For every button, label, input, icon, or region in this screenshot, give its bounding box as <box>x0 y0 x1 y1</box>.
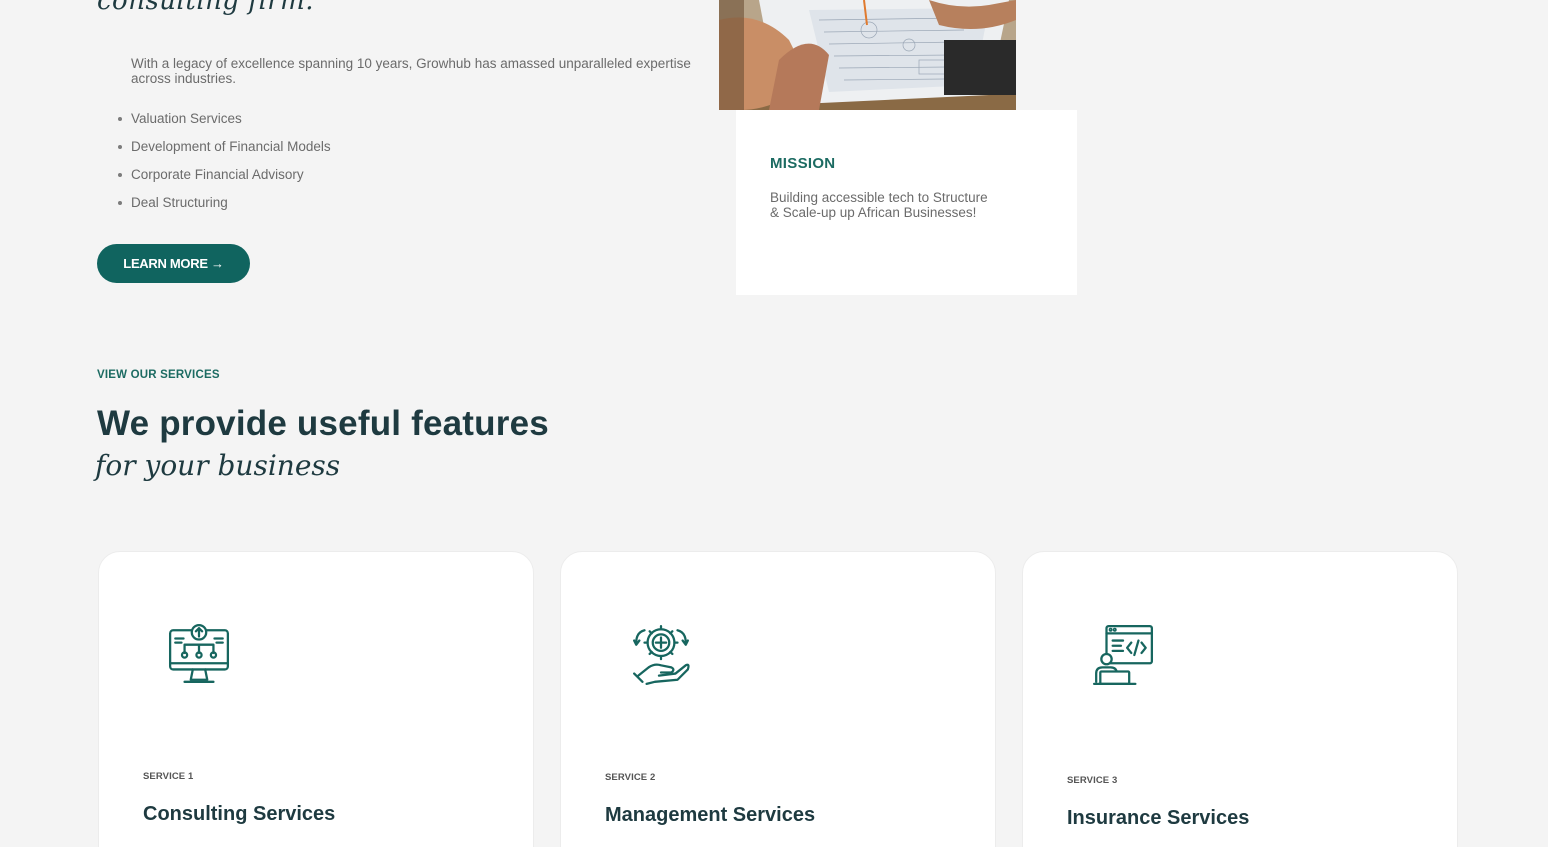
services-title: We provide useful features <box>97 404 549 443</box>
service-label: SERVICE 1 <box>143 771 194 782</box>
learn-more-button[interactable]: LEARN MORE → <box>97 244 250 283</box>
service-title: Management Services <box>605 804 816 826</box>
feature-item: Valuation Services <box>118 111 331 139</box>
services-script-subtitle: for your business <box>95 449 341 482</box>
developer-code-icon <box>1090 622 1156 688</box>
team-planning-photo <box>719 0 1016 110</box>
feature-item: Deal Structuring <box>118 195 331 223</box>
monitor-network-icon <box>166 622 232 688</box>
service-card-consulting[interactable]: SERVICE 1 Consulting Services <box>98 551 534 847</box>
service-title: Insurance Services <box>1067 807 1250 829</box>
hero-script-heading: consulting firm. <box>97 0 315 16</box>
feature-list: Valuation Services Development of Financ… <box>118 111 331 223</box>
service-title: Consulting Services <box>143 803 336 825</box>
services-eyebrow: VIEW OUR SERVICES <box>97 369 220 381</box>
service-card-insurance[interactable]: SERVICE 3 Insurance Services <box>1022 551 1458 847</box>
intro-paragraph: With a legacy of excellence spanning 10 … <box>131 56 691 86</box>
mission-card: MISSION Building accessible tech to Stru… <box>736 110 1077 295</box>
feature-item: Development of Financial Models <box>118 139 331 167</box>
feature-item: Corporate Financial Advisory <box>118 167 331 195</box>
service-card-management[interactable]: SERVICE 2 Management Services <box>560 551 996 847</box>
service-label: SERVICE 2 <box>605 772 656 783</box>
service-label: SERVICE 3 <box>1067 775 1118 786</box>
mission-title: MISSION <box>770 155 836 172</box>
mission-text: Building accessible tech to Structure & … <box>770 190 988 220</box>
gear-hand-icon <box>628 622 694 688</box>
